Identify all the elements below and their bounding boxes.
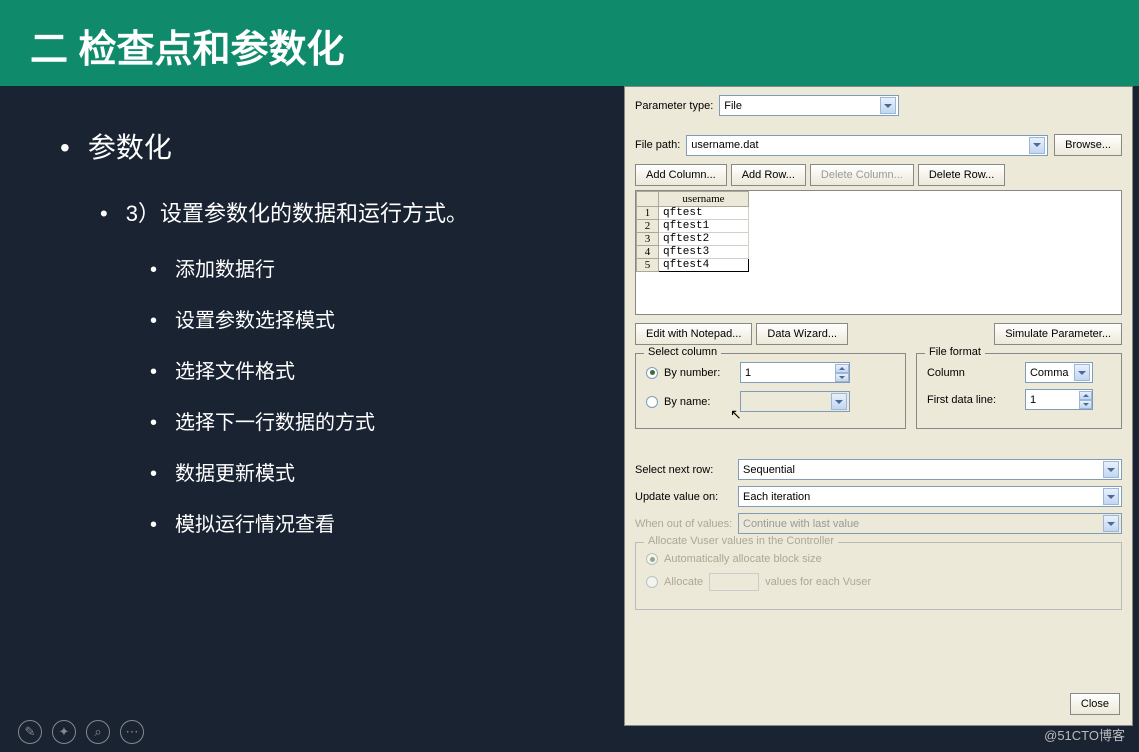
update-value-label: Update value on: (635, 491, 730, 503)
dropdown-arrow-icon[interactable] (1103, 461, 1119, 478)
file-path-value: username.dat (691, 139, 758, 151)
by-name-radio[interactable] (646, 396, 658, 408)
update-value-dropdown[interactable]: Each iteration (738, 486, 1122, 507)
zoom-icon[interactable]: ⌕ (86, 720, 110, 744)
parameter-dialog: Parameter type: File File path: username… (624, 86, 1133, 726)
file-format-fieldset: File format Column Comma First data line… (916, 353, 1122, 429)
delete-column-button[interactable]: Delete Column... (810, 164, 914, 186)
grid-cell[interactable]: qftest1 (659, 220, 749, 233)
dropdown-arrow-icon (1103, 515, 1119, 532)
grid-cell[interactable]: qftest (659, 207, 749, 220)
bullet-l3-5: 模拟运行情况查看 (150, 508, 604, 537)
browse-button[interactable]: Browse... (1054, 134, 1122, 156)
bullet-l3-0: 添加数据行 (150, 253, 604, 282)
simulate-parameter-button[interactable]: Simulate Parameter... (994, 323, 1122, 345)
by-number-spinbox[interactable] (740, 362, 850, 383)
grid-cell-selected[interactable]: qftest4 (659, 259, 749, 272)
alloc-value-input (709, 573, 759, 591)
first-line-label: First data line: (927, 394, 1017, 406)
dropdown-arrow-icon[interactable] (1103, 488, 1119, 505)
file-path-dropdown[interactable]: username.dat (686, 135, 1048, 156)
by-number-label: By number: (664, 367, 734, 379)
first-line-input[interactable] (1026, 394, 1079, 406)
add-column-button[interactable]: Add Column... (635, 164, 727, 186)
pen-icon[interactable]: ✎ (18, 720, 42, 744)
param-type-dropdown[interactable]: File (719, 95, 899, 116)
edit-notepad-button[interactable]: Edit with Notepad... (635, 323, 752, 345)
bullet-l1: 参数化 (60, 126, 604, 166)
pointer-icon[interactable]: ✦ (52, 720, 76, 744)
first-line-spinbox[interactable] (1025, 389, 1093, 410)
allocate-legend: Allocate Vuser values in the Controller (644, 535, 838, 547)
dropdown-arrow-icon[interactable] (1074, 364, 1090, 381)
spin-up-icon[interactable] (835, 364, 849, 373)
param-type-label: Parameter type: (635, 100, 713, 112)
by-name-dropdown (740, 391, 850, 412)
left-outline: 参数化 3）设置参数化的数据和运行方式。 添加数据行 设置参数选择模式 选择文件… (0, 86, 624, 726)
alloc-manual-radio (646, 576, 658, 588)
bullet-l3-2: 选择文件格式 (150, 355, 604, 384)
alloc-manual-post: values for each Vuser (765, 576, 871, 588)
column-dropdown[interactable]: Comma (1025, 362, 1093, 383)
alloc-auto-label: Automatically allocate block size (664, 553, 822, 565)
add-row-button[interactable]: Add Row... (731, 164, 806, 186)
select-next-row-dropdown[interactable]: Sequential (738, 459, 1122, 480)
select-column-fieldset: Select column By number: By name: (635, 353, 906, 429)
dropdown-arrow-icon[interactable] (880, 97, 896, 114)
allocate-fieldset: Allocate Vuser values in the Controller … (635, 542, 1122, 610)
file-path-label: File path: (635, 139, 680, 151)
grid-cell[interactable]: qftest3 (659, 246, 749, 259)
select-column-legend: Select column (644, 346, 721, 358)
bullet-l3-3: 选择下一行数据的方式 (150, 406, 604, 435)
slide-header: 二 检查点和参数化 (0, 0, 1139, 86)
bullet-l3-4: 数据更新模式 (150, 457, 604, 486)
alloc-manual-pre: Allocate (664, 576, 703, 588)
bullet-l3-1: 设置参数选择模式 (150, 304, 604, 333)
dropdown-arrow-icon[interactable] (1029, 137, 1045, 154)
data-wizard-button[interactable]: Data Wizard... (756, 323, 848, 345)
by-number-radio[interactable] (646, 367, 658, 379)
grid-header[interactable]: username (659, 192, 749, 207)
alloc-auto-radio (646, 553, 658, 565)
when-out-dropdown: Continue with last value (738, 513, 1122, 534)
main-area: 参数化 3）设置参数化的数据和运行方式。 添加数据行 设置参数选择模式 选择文件… (0, 86, 1139, 726)
param-type-value: File (724, 100, 742, 112)
when-out-label: When out of values: (635, 518, 730, 530)
watermark: @51CTO博客 (1044, 725, 1125, 744)
slide-title: 二 检查点和参数化 (30, 18, 1109, 73)
select-next-row-label: Select next row: (635, 464, 730, 476)
file-format-legend: File format (925, 346, 985, 358)
delete-row-button[interactable]: Delete Row... (918, 164, 1005, 186)
spin-down-icon[interactable] (835, 373, 849, 382)
by-name-label: By name: (664, 396, 734, 408)
spin-down-icon[interactable] (1079, 400, 1092, 409)
spin-up-icon[interactable] (1079, 391, 1092, 400)
by-number-input[interactable] (741, 367, 835, 379)
grid-cell[interactable]: qftest2 (659, 233, 749, 246)
close-button[interactable]: Close (1070, 693, 1120, 715)
data-grid[interactable]: username 1qftest 2qftest1 3qftest2 4qfte… (635, 190, 1122, 315)
column-label: Column (927, 367, 1017, 379)
presentation-toolbar: ✎ ✦ ⌕ ⋯ (18, 720, 144, 744)
bullet-l2: 3）设置参数化的数据和运行方式。 (100, 196, 604, 228)
dropdown-arrow-icon (831, 393, 847, 410)
more-icon[interactable]: ⋯ (120, 720, 144, 744)
